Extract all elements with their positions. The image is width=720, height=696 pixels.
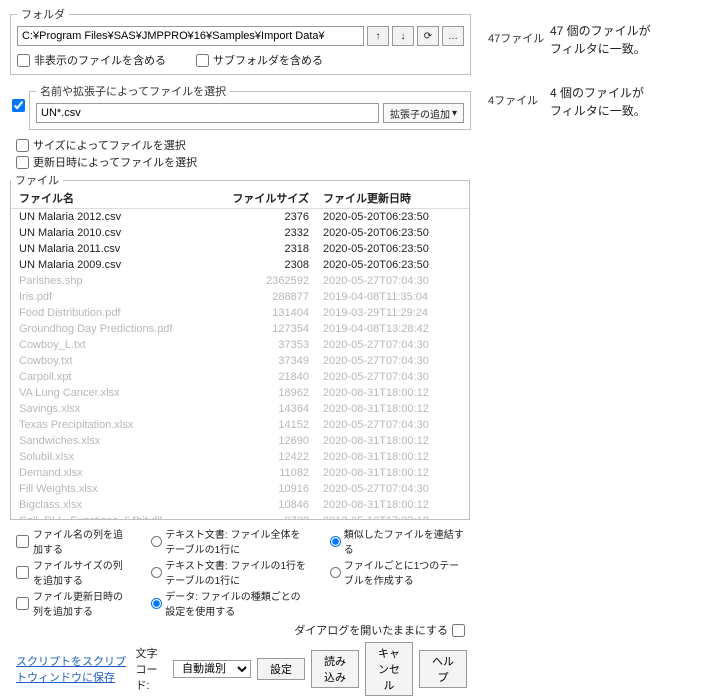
table-row[interactable]: Food Distribution.pdf1314042019-03-29T11…: [11, 305, 469, 321]
chevron-down-icon: ▾: [452, 108, 457, 119]
charcode-select[interactable]: 自動識別: [173, 660, 251, 678]
cancel-button[interactable]: キャンセル: [365, 642, 413, 696]
col-size-header[interactable]: ファイルサイズ: [227, 190, 317, 206]
bottom-opt[interactable]: ファイル更新日時の列を追加する: [16, 588, 131, 618]
include-subfolders-label: サブフォルダを含める: [213, 52, 323, 68]
table-row[interactable]: UN Malaria 2011.csv23182020-05-20T06:23:…: [11, 241, 469, 257]
file-list-body[interactable]: UN Malaria 2012.csv23762020-05-20T06:23:…: [11, 209, 469, 519]
table-row[interactable]: VA Lung Cancer.xlsx189622020-08-31T18:00…: [11, 385, 469, 401]
import-button[interactable]: 読み込み: [311, 650, 359, 688]
add-extension-button[interactable]: 拡張子の追加 ▾: [383, 103, 464, 123]
keep-open-label: ダイアログを開いたままにする: [294, 622, 448, 638]
filter-by-size-label: サイズによってファイルを選択: [33, 137, 186, 153]
browse-icon[interactable]: …: [442, 26, 464, 46]
folder-file-count: 47ファイル: [488, 30, 544, 46]
table-row[interactable]: Solubil.xlsx124222020-08-31T18:00:12: [11, 449, 469, 465]
folder-group: フォルダ ↑ ↓ ⟳ … 非表示のファイルを含める サブフォルダを含める: [10, 6, 471, 75]
add-extension-label: 拡張子の追加: [390, 106, 450, 121]
filter-group: 名前や拡張子によってファイルを選択 拡張子の追加 ▾: [29, 83, 471, 130]
files-legend: ファイル: [11, 172, 63, 188]
table-row[interactable]: UN Malaria 2012.csv23762020-05-20T06:23:…: [11, 209, 469, 225]
up-icon[interactable]: ↑: [367, 26, 389, 46]
filter-input[interactable]: [36, 103, 379, 123]
include-hidden-checkbox[interactable]: 非表示のファイルを含める: [17, 52, 166, 68]
filter-by-date-label: 更新日時によってファイルを選択: [33, 154, 197, 170]
table-row[interactable]: Cowboy_L.txt373532020-05-27T07:04:30: [11, 337, 469, 353]
table-row[interactable]: Sandwiches.xlsx126902020-08-31T18:00:12: [11, 433, 469, 449]
table-row[interactable]: Call_DLL_Functions_64bit.dll97282013-05-…: [11, 513, 469, 519]
refresh-icon[interactable]: ⟳: [417, 26, 439, 46]
table-row[interactable]: Carpoll.xpt218402020-05-27T07:04:30: [11, 369, 469, 385]
down-icon[interactable]: ↓: [392, 26, 414, 46]
bottom-options: ファイル名の列を追加するファイルサイズの列を追加するファイル更新日時の列を追加す…: [16, 526, 467, 618]
col-date-header[interactable]: ファイル更新日時: [317, 190, 467, 206]
bottom-opt[interactable]: テキスト文書: ファイルの1行をテーブルの1行に: [151, 557, 310, 587]
include-subfolders-box[interactable]: [196, 54, 209, 67]
settings-button[interactable]: 設定: [257, 658, 305, 680]
table-row[interactable]: Demand.xlsx110822020-08-31T18:00:12: [11, 465, 469, 481]
bottom-opt[interactable]: ファイルサイズの列を追加する: [16, 557, 131, 587]
folder-legend: フォルダ: [17, 6, 69, 22]
charcode-label: 文字コード:: [135, 645, 167, 693]
filter-by-size-box[interactable]: [16, 139, 29, 152]
files-group: ファイル ファイル名 ファイルサイズ ファイル更新日時 UN Malaria 2…: [10, 172, 470, 520]
note-filter-match: 4 個のファイルがフィルタに一致。: [550, 84, 646, 120]
bottom-opt[interactable]: ファイルごとに1つのテーブルを作成する: [330, 557, 467, 587]
table-row[interactable]: Parishes.shp23625922020-05-27T07:04:30: [11, 273, 469, 289]
bottom-opt[interactable]: テキスト文書: ファイル全体をテーブルの1行に: [151, 526, 310, 556]
note-folder-match: 47 個のファイルがフィルタに一致。: [550, 22, 651, 58]
table-row[interactable]: Iris.pdf2888772019-04-08T11:35:04: [11, 289, 469, 305]
table-row[interactable]: Bigclass.xlsx108462020-08-31T18:00:12: [11, 497, 469, 513]
keep-open-checkbox[interactable]: [452, 624, 465, 637]
filter-by-date-box[interactable]: [16, 156, 29, 169]
save-script-link[interactable]: スクリプトをスクリプトウィンドウに保存: [16, 653, 129, 685]
table-row[interactable]: Texas Precipitation.xlsx141522020-05-27T…: [11, 417, 469, 433]
table-row[interactable]: Fill Weights.xlsx109162020-05-27T07:04:3…: [11, 481, 469, 497]
table-row[interactable]: UN Malaria 2009.csv23082020-05-20T06:23:…: [11, 257, 469, 273]
bottom-opt[interactable]: データ: ファイルの種類ごとの設定を使用する: [151, 588, 310, 618]
include-subfolders-checkbox[interactable]: サブフォルダを含める: [196, 52, 323, 68]
filter-enable-checkbox[interactable]: [12, 99, 25, 112]
table-row[interactable]: UN Malaria 2010.csv23322020-05-20T06:23:…: [11, 225, 469, 241]
filter-by-size-checkbox[interactable]: サイズによってファイルを選択: [16, 137, 475, 153]
filter-legend: 名前や拡張子によってファイルを選択: [36, 83, 230, 99]
table-row[interactable]: Cowboy.txt373492020-05-27T07:04:30: [11, 353, 469, 369]
filter-file-count: 4ファイル: [488, 92, 538, 108]
file-list-header: ファイル名 ファイルサイズ ファイル更新日時: [11, 188, 469, 209]
table-row[interactable]: Groundhog Day Predictions.pdf1273542019-…: [11, 321, 469, 337]
col-name-header[interactable]: ファイル名: [13, 190, 227, 206]
folder-path-input[interactable]: [17, 26, 364, 46]
bottom-opt[interactable]: ファイル名の列を追加する: [16, 526, 131, 556]
include-hidden-box[interactable]: [17, 54, 30, 67]
help-button[interactable]: ヘルプ: [419, 650, 467, 688]
table-row[interactable]: Savings.xlsx143642020-08-31T18:00:12: [11, 401, 469, 417]
filter-by-date-checkbox[interactable]: 更新日時によってファイルを選択: [16, 154, 475, 170]
include-hidden-label: 非表示のファイルを含める: [34, 52, 166, 68]
bottom-opt[interactable]: 類似したファイルを連結する: [330, 526, 467, 556]
